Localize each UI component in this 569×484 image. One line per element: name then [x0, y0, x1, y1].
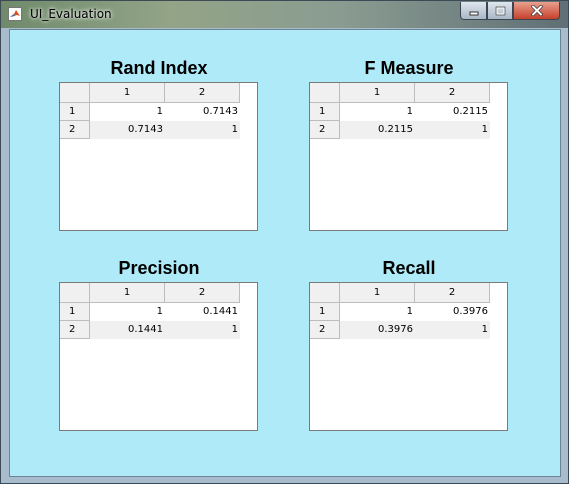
row-header[interactable]: 1 [310, 103, 340, 121]
column-header[interactable]: 2 [415, 283, 490, 303]
table-cell[interactable]: 0.1441 [90, 321, 165, 339]
column-header[interactable]: 1 [90, 83, 165, 103]
row-header[interactable]: 2 [310, 321, 340, 339]
table-cell[interactable]: 0.3976 [415, 303, 490, 321]
recall-table[interactable]: 1 2 1 1 0.3976 2 0.3976 1 [309, 282, 508, 431]
column-header[interactable]: 1 [90, 283, 165, 303]
rand-index-title: Rand Index [110, 58, 208, 78]
row-header[interactable]: 1 [310, 303, 340, 321]
row-header[interactable]: 2 [60, 121, 90, 139]
minimize-icon [469, 1, 479, 20]
close-button[interactable] [513, 2, 560, 20]
column-header[interactable]: 1 [340, 83, 415, 103]
figure-client-area: Rand Index 1 2 1 1 0.7143 2 0.7143 1 F M… [9, 29, 561, 477]
table-corner [310, 83, 340, 103]
close-icon [530, 1, 543, 20]
title-bar[interactable]: UI_Evaluation [1, 1, 568, 28]
table-cell[interactable]: 1 [340, 103, 415, 121]
table-corner [60, 83, 90, 103]
table-cell[interactable]: 1 [415, 321, 490, 339]
recall-title: Recall [382, 258, 436, 278]
row-header[interactable]: 2 [60, 321, 90, 339]
matlab-app-icon[interactable] [8, 7, 22, 21]
maximize-button[interactable] [487, 2, 513, 20]
table-corner [310, 283, 340, 303]
column-header[interactable]: 2 [415, 83, 490, 103]
table-cell[interactable]: 1 [165, 321, 240, 339]
column-header[interactable]: 2 [165, 283, 240, 303]
table-cell[interactable]: 1 [340, 303, 415, 321]
app-window: UI_Evaluation Rand Index 1 2 1 1 0.7143 [0, 0, 569, 484]
column-header[interactable]: 1 [340, 283, 415, 303]
table-cell[interactable]: 0.2115 [415, 103, 490, 121]
maximize-icon [495, 1, 506, 20]
minimize-button[interactable] [460, 2, 487, 20]
table-cell[interactable]: 0.2115 [340, 121, 415, 139]
precision-table[interactable]: 1 2 1 1 0.1441 2 0.1441 1 [59, 282, 258, 431]
table-corner [60, 283, 90, 303]
table-cell[interactable]: 0.7143 [165, 103, 240, 121]
table-cell[interactable]: 1 [415, 121, 490, 139]
table-cell[interactable]: 0.1441 [165, 303, 240, 321]
window-title: UI_Evaluation [30, 7, 112, 21]
row-header[interactable]: 1 [60, 303, 90, 321]
f-measure-title: F Measure [364, 58, 454, 78]
precision-title: Precision [118, 258, 200, 278]
f-measure-table[interactable]: 1 2 1 1 0.2115 2 0.2115 1 [309, 82, 508, 231]
table-cell[interactable]: 1 [90, 303, 165, 321]
table-cell[interactable]: 0.3976 [340, 321, 415, 339]
row-header[interactable]: 1 [60, 103, 90, 121]
column-header[interactable]: 2 [165, 83, 240, 103]
table-cell[interactable]: 0.7143 [90, 121, 165, 139]
table-cell[interactable]: 1 [90, 103, 165, 121]
table-cell[interactable]: 1 [165, 121, 240, 139]
rand-index-table[interactable]: 1 2 1 1 0.7143 2 0.7143 1 [59, 82, 258, 231]
row-header[interactable]: 2 [310, 121, 340, 139]
